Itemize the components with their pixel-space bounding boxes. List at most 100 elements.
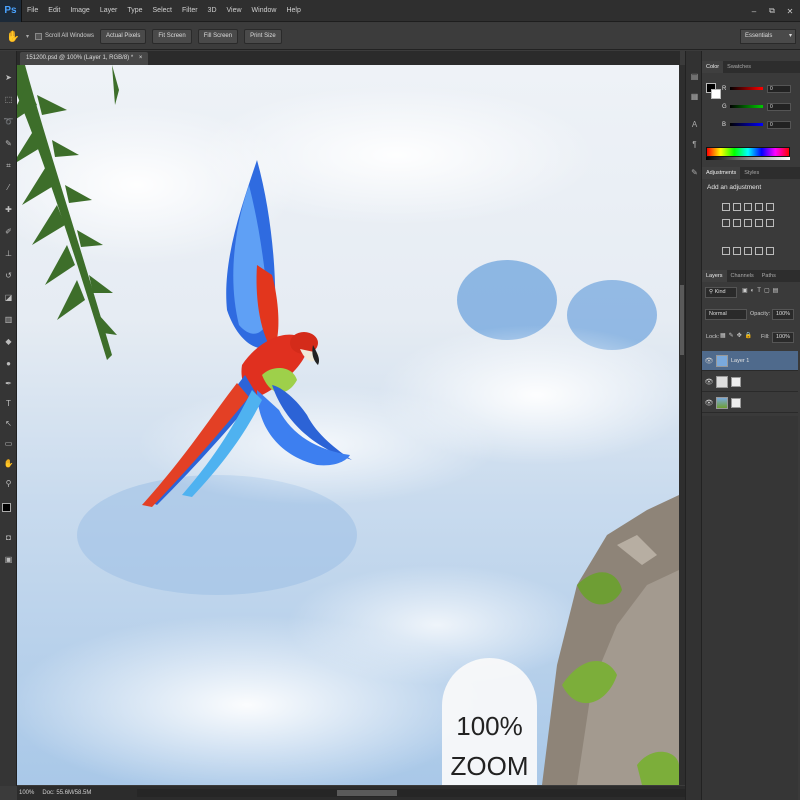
tab-color[interactable]: Color: [702, 61, 724, 73]
blue-slider[interactable]: B 0: [722, 120, 791, 129]
marquee-tool-icon[interactable]: ⬚: [2, 93, 15, 106]
document-canvas[interactable]: 100% ZOOM: [17, 65, 679, 785]
tab-adjustments[interactable]: Adjustments: [702, 167, 741, 179]
workspace-switcher[interactable]: Essentials ▾: [740, 29, 796, 44]
actual-pixels-button[interactable]: Actual Pixels: [100, 28, 147, 44]
vibrance-icon[interactable]: [766, 203, 774, 211]
paragraph-panel-icon[interactable]: ¶: [689, 139, 700, 150]
healing-brush-tool-icon[interactable]: ✚: [2, 203, 15, 216]
opacity-input[interactable]: 100%: [772, 309, 794, 320]
screen-mode-icon[interactable]: ▣: [2, 553, 15, 566]
eye-icon[interactable]: 👁: [702, 357, 716, 365]
menu-view[interactable]: View: [222, 0, 247, 22]
levels-icon[interactable]: [733, 203, 741, 211]
quick-select-tool-icon[interactable]: ✎: [2, 137, 15, 150]
path-selection-tool-icon[interactable]: ↖: [2, 417, 15, 430]
black-white-icon[interactable]: [744, 219, 752, 227]
photo-filter-icon[interactable]: [755, 219, 763, 227]
rectangle-tool-icon[interactable]: ▭: [2, 437, 15, 450]
status-doc-info[interactable]: Doc: 55.6M/58.5M: [42, 790, 91, 796]
threshold-icon[interactable]: [744, 247, 752, 255]
tab-layers[interactable]: Layers: [702, 270, 727, 282]
checkbox-box[interactable]: [35, 32, 43, 40]
type-tool-icon[interactable]: T: [2, 397, 15, 410]
crop-tool-icon[interactable]: ⌗: [2, 159, 15, 172]
scroll-all-windows-checkbox[interactable]: Scroll All Windows: [35, 32, 94, 40]
green-slider[interactable]: G 0: [722, 102, 791, 111]
vertical-scroll-thumb[interactable]: [680, 285, 684, 355]
fit-screen-button[interactable]: Fit Screen: [152, 28, 192, 44]
color-spectrum[interactable]: [706, 147, 790, 157]
layer-row[interactable]: 👁: [702, 393, 798, 413]
document-tab[interactable]: 151200.psd @ 100% (Layer 1, RGB/8) * ×: [20, 52, 149, 65]
blur-tool-icon[interactable]: ◆: [2, 335, 15, 348]
eyedropper-tool-icon[interactable]: ⁄: [2, 181, 15, 194]
close-icon[interactable]: ×: [139, 55, 143, 61]
curves-icon[interactable]: [744, 203, 752, 211]
hand-tool-icon[interactable]: ✋: [2, 457, 15, 470]
hue-saturation-icon[interactable]: [722, 219, 730, 227]
red-value[interactable]: 0: [767, 84, 791, 93]
zoom-tool-icon[interactable]: ⚲: [2, 477, 15, 490]
properties-panel-icon[interactable]: ▦: [689, 91, 700, 102]
gradient-map-icon[interactable]: [755, 247, 763, 255]
tab-paths[interactable]: Paths: [758, 270, 780, 282]
tab-swatches[interactable]: Swatches: [723, 61, 755, 73]
menu-select[interactable]: Select: [148, 0, 177, 22]
horizontal-scroll-thumb[interactable]: [337, 790, 397, 796]
color-balance-icon[interactable]: [733, 219, 741, 227]
history-brush-tool-icon[interactable]: ↺: [2, 269, 15, 282]
menu-3d[interactable]: 3D: [203, 0, 222, 22]
pen-tool-icon[interactable]: ✒: [2, 377, 15, 390]
layer-row[interactable]: 👁: [702, 372, 798, 392]
character-panel-icon[interactable]: A: [689, 119, 700, 130]
status-zoom[interactable]: 100%: [19, 790, 34, 796]
menu-window[interactable]: Window: [247, 0, 282, 22]
foreground-color-swatch[interactable]: [2, 503, 11, 512]
brush-panel-icon[interactable]: ✎: [689, 167, 700, 178]
lock-icons[interactable]: ▦✎✥🔒: [720, 332, 755, 339]
blend-mode-select[interactable]: Normal: [705, 309, 747, 320]
blue-value[interactable]: 0: [767, 120, 791, 129]
dodge-tool-icon[interactable]: ●: [2, 357, 15, 370]
brightness-contrast-icon[interactable]: [722, 203, 730, 211]
eye-icon[interactable]: 👁: [702, 399, 716, 407]
menu-file[interactable]: File: [22, 0, 43, 22]
gradient-tool-icon[interactable]: ▥: [2, 313, 15, 326]
lasso-tool-icon[interactable]: ➰: [2, 115, 15, 128]
invert-icon[interactable]: [722, 247, 730, 255]
tab-styles[interactable]: Styles: [740, 167, 763, 179]
color-spectrum-grayscale[interactable]: [706, 157, 790, 160]
menu-filter[interactable]: Filter: [177, 0, 203, 22]
horizontal-scrollbar[interactable]: [137, 789, 685, 797]
menu-help[interactable]: Help: [281, 0, 305, 22]
hand-tool-icon[interactable]: ✋: [6, 30, 20, 43]
close-button[interactable]: ✕: [784, 7, 796, 16]
clone-stamp-tool-icon[interactable]: ⊥: [2, 247, 15, 260]
background-color-chip[interactable]: [711, 89, 721, 99]
layer-row[interactable]: 👁 Layer 1: [702, 351, 798, 371]
posterize-icon[interactable]: [733, 247, 741, 255]
blue-track[interactable]: [730, 123, 763, 126]
move-tool-icon[interactable]: ➤: [2, 71, 15, 84]
fill-input[interactable]: 100%: [772, 332, 794, 343]
menu-image[interactable]: Image: [65, 0, 94, 22]
restore-button[interactable]: ⧉: [766, 6, 778, 16]
eye-icon[interactable]: 👁: [702, 378, 716, 386]
eraser-tool-icon[interactable]: ◪: [2, 291, 15, 304]
fill-screen-button[interactable]: Fill Screen: [197, 28, 239, 44]
quick-mask-icon[interactable]: ◘: [2, 531, 15, 544]
menu-edit[interactable]: Edit: [43, 0, 65, 22]
brush-tool-icon[interactable]: ✐: [2, 225, 15, 238]
layer-name[interactable]: Layer 1: [731, 358, 749, 364]
menu-type[interactable]: Type: [122, 0, 147, 22]
history-panel-icon[interactable]: ▤: [689, 71, 700, 82]
exposure-icon[interactable]: [755, 203, 763, 211]
channel-mixer-icon[interactable]: [766, 219, 774, 227]
tool-preset-dropdown[interactable]: ▾: [26, 33, 29, 40]
print-size-button[interactable]: Print Size: [244, 28, 282, 44]
green-track[interactable]: [730, 105, 763, 108]
minimize-button[interactable]: –: [748, 7, 760, 16]
selective-color-icon[interactable]: [766, 247, 774, 255]
tab-channels[interactable]: Channels: [727, 270, 758, 282]
